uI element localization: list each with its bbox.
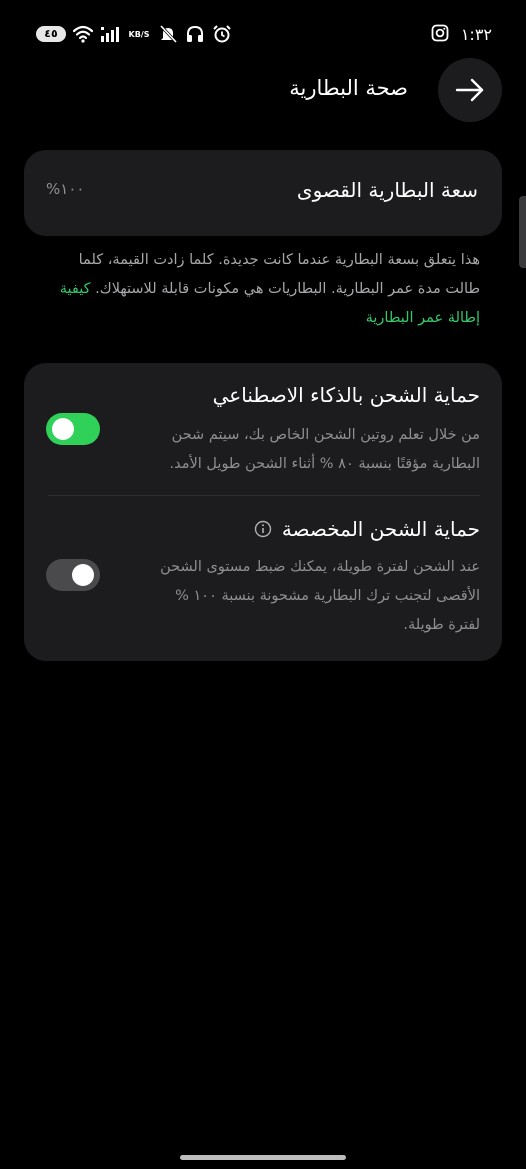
capacity-info-body: هذا يتعلق بسعة البطارية عندما كانت جديدة… [78, 252, 480, 297]
back-button[interactable] [438, 58, 502, 122]
headphones-icon [185, 24, 205, 44]
ai-protection-toggle[interactable] [46, 413, 100, 445]
edge-scroll-handle[interactable] [519, 196, 526, 268]
instagram-icon [431, 24, 451, 44]
custom-charging-protection-row[interactable]: حماية الشحن المخصصة عند الشحن لفترة طويل… [24, 497, 502, 661]
max-capacity-card: سعة البطارية القصوى %١٠٠ [24, 150, 502, 236]
max-capacity-label: سعة البطارية القصوى [296, 178, 478, 202]
home-indicator[interactable] [180, 1155, 346, 1160]
mute-icon [158, 24, 178, 44]
toggle-knob [72, 564, 94, 586]
charging-protection-card: حماية الشحن بالذكاء الاصطناعي من خلال تع… [24, 363, 502, 661]
ai-protection-description: من خلال تعلم روتين الشحن الخاص بك، سيتم … [169, 427, 480, 472]
wifi-icon [72, 24, 94, 44]
divider [48, 495, 480, 496]
net-speed-indicator: KB/S [128, 29, 150, 39]
custom-protection-description: عند الشحن لفترة طويلة، يمكنك ضبط مستوى ا… [160, 559, 480, 633]
status-left-group: ٤٥ KB/S [36, 22, 232, 46]
clock: ١:٣٢ [460, 24, 492, 44]
arrow-right-icon [455, 78, 484, 102]
header: صحة البطارية [0, 58, 526, 124]
page-title: صحة البطارية [289, 76, 408, 100]
ai-charging-protection-row[interactable]: حماية الشحن بالذكاء الاصطناعي من خلال تع… [24, 363, 502, 495]
ai-protection-title-text: حماية الشحن بالذكاء الاصطناعي [212, 383, 480, 407]
custom-protection-title-text: حماية الشحن المخصصة [281, 517, 480, 541]
info-icon[interactable] [254, 520, 272, 538]
ai-protection-title: حماية الشحن بالذكاء الاصطناعي [213, 383, 480, 407]
signal-icon [100, 24, 120, 44]
alarm-icon [212, 24, 232, 44]
custom-protection-toggle[interactable] [46, 559, 100, 591]
toggle-knob [52, 418, 74, 440]
battery-level: ٤٥ [44, 27, 58, 40]
max-capacity-value: %١٠٠ [46, 180, 85, 198]
battery-icon: ٤٥ [36, 26, 66, 42]
custom-protection-title: حماية الشحن المخصصة [254, 517, 480, 541]
status-right-group: ١:٣٢ [431, 22, 492, 46]
capacity-info-text: هذا يتعلق بسعة البطارية عندما كانت جديدة… [44, 246, 480, 333]
